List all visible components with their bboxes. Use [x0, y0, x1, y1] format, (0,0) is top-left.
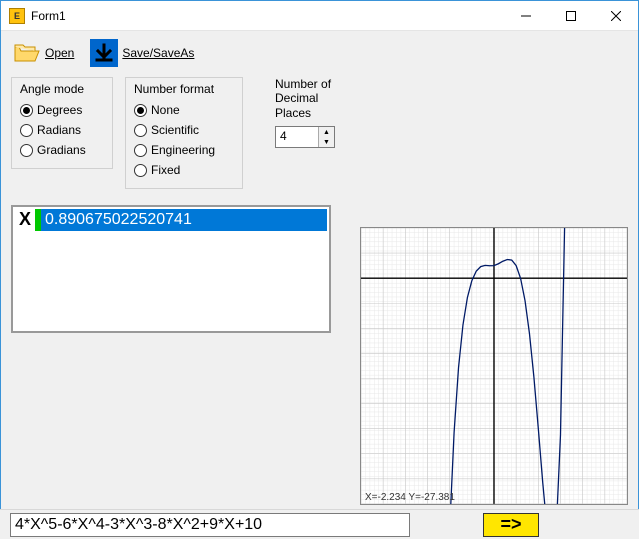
- decimal-places-block: Number of Decimal Places 4 ▲ ▼: [275, 77, 335, 148]
- radio-icon: [134, 104, 147, 117]
- maximize-button[interactable]: [548, 1, 593, 30]
- radio-icon: [20, 104, 33, 117]
- radio-icon: [134, 144, 147, 157]
- x-variable-label: X: [15, 209, 35, 231]
- radio-icon: [134, 164, 147, 177]
- angle-mode-title: Angle mode: [20, 82, 104, 96]
- folder-open-icon: [13, 41, 41, 65]
- decimal-places-value: 4: [276, 127, 318, 147]
- close-button[interactable]: [593, 1, 638, 30]
- decimal-places-spinner[interactable]: 4 ▲ ▼: [275, 126, 335, 148]
- spinner-up-icon[interactable]: ▲: [319, 127, 334, 137]
- plot-area[interactable]: X=-2.234 Y=-27.381: [360, 227, 628, 505]
- bottom-bar: =>: [0, 509, 639, 539]
- formula-input[interactable]: [10, 513, 410, 537]
- spinner-buttons: ▲ ▼: [318, 127, 334, 147]
- angle-option-degrees[interactable]: Degrees: [20, 100, 104, 120]
- format-option-fixed[interactable]: Fixed: [134, 160, 234, 180]
- radio-label: Engineering: [151, 143, 215, 157]
- app-icon: E: [9, 8, 25, 24]
- spinner-down-icon[interactable]: ▼: [319, 137, 334, 147]
- decimal-places-label: Number of Decimal Places: [275, 77, 335, 120]
- radio-icon: [20, 144, 33, 157]
- format-option-scientific[interactable]: Scientific: [134, 120, 234, 140]
- radio-icon: [134, 124, 147, 137]
- radio-label: Scientific: [151, 123, 199, 137]
- content-area: Open Save/SaveAs Angle mode Degrees Radia…: [1, 31, 638, 509]
- save-button[interactable]: Save/SaveAs: [88, 37, 196, 69]
- radio-label: Gradians: [37, 143, 86, 157]
- radio-label: None: [151, 103, 180, 117]
- window-title: Form1: [31, 9, 503, 23]
- open-button[interactable]: Open: [11, 39, 76, 67]
- save-icon: [90, 39, 118, 67]
- radio-label: Fixed: [151, 163, 180, 177]
- plot-coordinate-label: X=-2.234 Y=-27.381: [365, 492, 455, 503]
- minimize-button[interactable]: [503, 1, 548, 30]
- open-label: Open: [45, 46, 74, 60]
- format-option-none[interactable]: None: [134, 100, 234, 120]
- toolbar: Open Save/SaveAs: [11, 37, 628, 69]
- number-format-group: Number format None Scientific Engineering F…: [125, 77, 243, 189]
- radio-label: Degrees: [37, 103, 82, 117]
- angle-mode-group: Angle mode Degrees Radians Gradians: [11, 77, 113, 169]
- radio-label: Radians: [37, 123, 81, 137]
- number-format-title: Number format: [134, 82, 234, 96]
- angle-option-radians[interactable]: Radians: [20, 120, 104, 140]
- plot-canvas: [361, 228, 627, 504]
- radio-icon: [20, 124, 33, 137]
- x-value-row[interactable]: X 0.890675022520741: [15, 209, 327, 231]
- x-value-panel: X 0.890675022520741: [11, 205, 331, 333]
- format-option-engineering[interactable]: Engineering: [134, 140, 234, 160]
- settings-panels: Angle mode Degrees Radians Gradians Number…: [11, 77, 628, 189]
- window-controls: [503, 1, 638, 30]
- angle-option-gradians[interactable]: Gradians: [20, 140, 104, 160]
- titlebar: E Form1: [1, 1, 638, 31]
- evaluate-button[interactable]: =>: [483, 513, 539, 537]
- x-value-display: 0.890675022520741: [41, 209, 327, 231]
- save-label: Save/SaveAs: [122, 46, 194, 60]
